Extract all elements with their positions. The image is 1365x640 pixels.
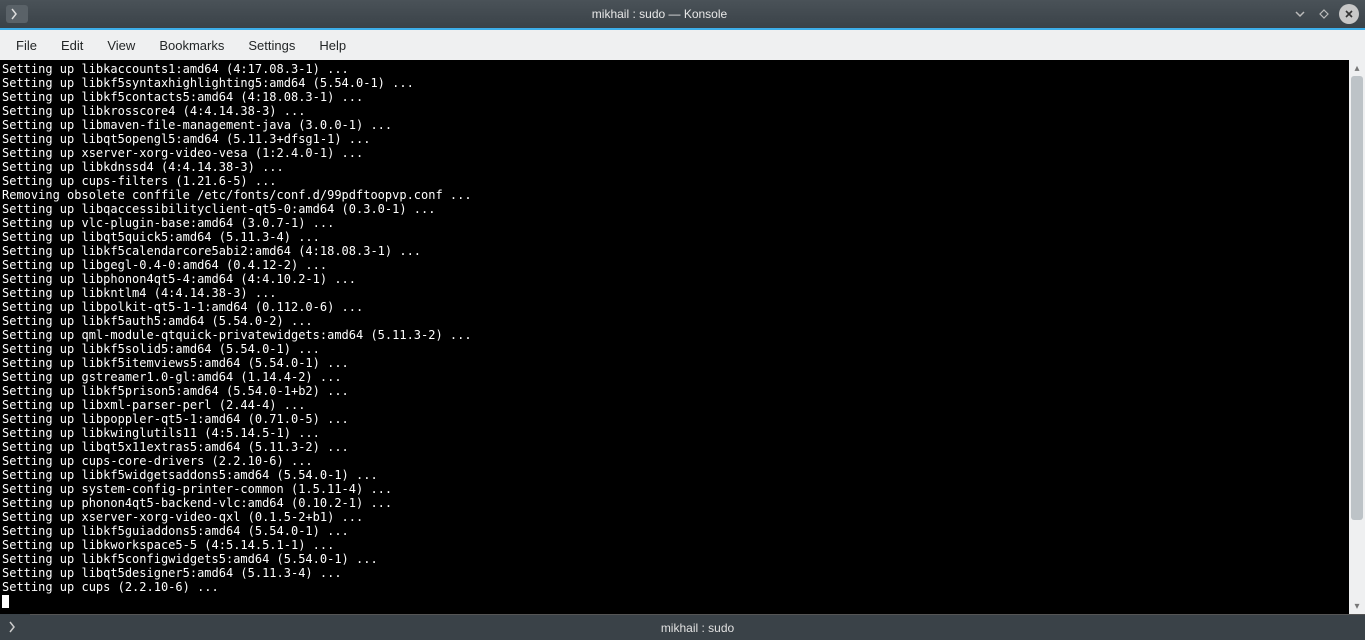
scroll-up-icon[interactable]: ▴ <box>1349 60 1365 76</box>
menu-view[interactable]: View <box>95 32 147 59</box>
konsole-window: mikhail : sudo — Konsole File Edit View … <box>0 0 1365 640</box>
menu-help[interactable]: Help <box>307 32 358 59</box>
tabbar: mikhail : sudo <box>0 614 1365 640</box>
app-icon <box>6 5 28 23</box>
menu-settings[interactable]: Settings <box>236 32 307 59</box>
tab-active[interactable]: mikhail : sudo <box>30 614 1365 640</box>
maximize-button[interactable] <box>1315 5 1333 23</box>
menu-bookmarks[interactable]: Bookmarks <box>147 32 236 59</box>
minimize-button[interactable] <box>1291 5 1309 23</box>
close-button[interactable] <box>1339 4 1359 24</box>
window-controls <box>1291 4 1365 24</box>
scroll-track[interactable] <box>1349 76 1365 598</box>
menu-edit[interactable]: Edit <box>49 32 95 59</box>
menu-file[interactable]: File <box>4 32 49 59</box>
scroll-down-icon[interactable]: ▾ <box>1349 598 1365 614</box>
menubar: File Edit View Bookmarks Settings Help <box>0 30 1365 60</box>
terminal-output[interactable]: Setting up libkaccounts1:amd64 (4:17.08.… <box>0 60 1349 614</box>
titlebar[interactable]: mikhail : sudo — Konsole <box>0 0 1365 30</box>
scroll-thumb[interactable] <box>1351 76 1363 520</box>
tab-label: mikhail : sudo <box>661 621 734 635</box>
window-title: mikhail : sudo — Konsole <box>28 7 1291 21</box>
terminal-cursor <box>2 595 9 608</box>
new-tab-button[interactable] <box>0 614 30 640</box>
terminal-container: Setting up libkaccounts1:amd64 (4:17.08.… <box>0 60 1365 614</box>
scrollbar[interactable]: ▴ ▾ <box>1349 60 1365 614</box>
